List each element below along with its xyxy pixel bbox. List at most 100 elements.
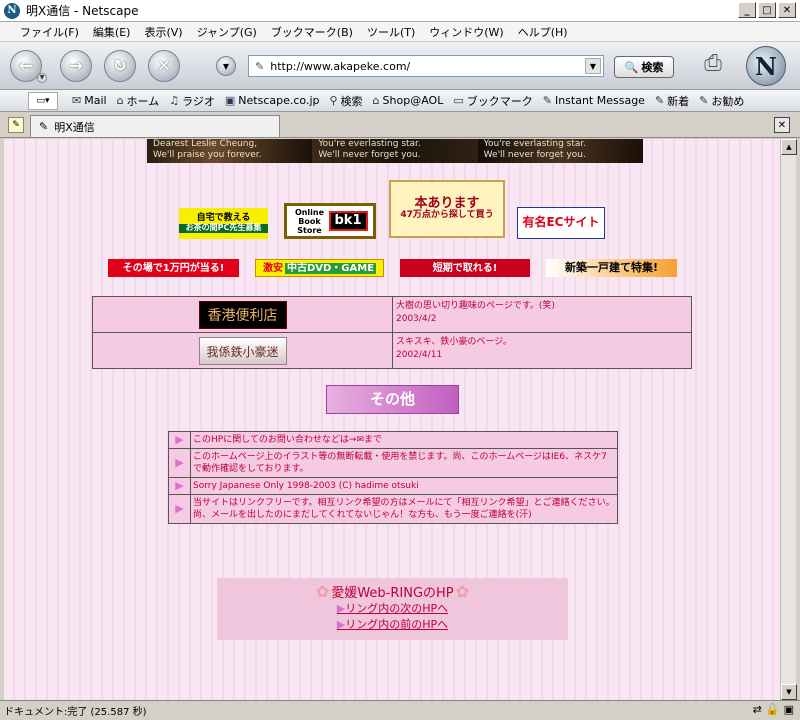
page-link-icon: ✎ — [39, 120, 49, 133]
menu-edit[interactable]: 編集(E) — [93, 24, 131, 40]
netscape-logo[interactable]: N — [746, 46, 786, 86]
link-icon: ✎ — [699, 94, 709, 107]
stop-button[interactable]: ✕ — [148, 49, 180, 82]
bookmark-netscape[interactable]: ▣ Netscape.co.jp — [225, 94, 320, 107]
flower-icon: ✿ — [455, 582, 470, 601]
menu-help[interactable]: ヘルプ(H) — [518, 24, 568, 40]
table-cell: 香港便利店 — [92, 296, 393, 333]
link-description: スキスキ、鉄小豪のページ。 — [396, 337, 512, 347]
ad-license[interactable]: 短期で取れる! — [400, 259, 530, 277]
new-tab-icon[interactable]: ✎ — [8, 117, 24, 133]
reload-icon: ↻ — [113, 56, 127, 75]
table-row: ▶ このHPに関してのお問い合わせなどは→✉まで — [168, 431, 618, 449]
web-ring-title[interactable]: ✿ 愛媛Web-RINGのHP ✿ — [217, 582, 568, 601]
table-cell: スキスキ、鉄小豪のページ。 2002/4/11 — [392, 332, 692, 369]
close-button[interactable]: ✕ — [778, 2, 796, 18]
back-button[interactable]: ← ▼ — [10, 49, 47, 83]
pink-arrow-icon: ▶ — [168, 448, 191, 478]
url-dropdown-icon[interactable]: ▼ — [585, 58, 601, 74]
scroll-down-icon[interactable]: ▼ — [781, 684, 797, 700]
scroll-up-icon[interactable]: ▲ — [781, 139, 797, 155]
my-icon: ▣ — [224, 94, 236, 107]
reload-button[interactable]: ↻ — [104, 49, 136, 82]
tab-current[interactable]: ✎ 明X通信 — [30, 115, 280, 137]
ad-books[interactable]: 本あります 47万点から探して買う — [389, 180, 505, 238]
menu-window[interactable]: ウィンドウ(W) — [429, 24, 503, 40]
table-row: 香港便利店 大樹の思い切り趣味のページです。(笑) 2003/4/2 — [92, 296, 692, 333]
ad-prize[interactable]: その場で1万円が当る! — [108, 259, 239, 277]
notice-table: ▶ このHPに関してのお問い合わせなどは→✉まで ▶ このホームページ上のイラス… — [168, 431, 618, 524]
menu-tools[interactable]: ツール(T) — [367, 24, 415, 40]
pink-arrow-icon: ▶ — [168, 431, 191, 449]
shop-icon: ⌂ — [372, 94, 380, 107]
menu-view[interactable]: 表示(V) — [144, 24, 182, 40]
security-lock-icon[interactable]: 🔓 — [766, 703, 780, 716]
bookmark-instant-message[interactable]: ✎ Instant Message — [543, 94, 645, 107]
url-text[interactable]: http://www.akapeke.com/ — [270, 60, 410, 73]
menu-bookmarks[interactable]: ブックマーク(B) — [271, 24, 353, 40]
bookmark-shop[interactable]: ⌂ Shop@AOL — [373, 94, 444, 107]
link-description: 大樹の思い切り趣味のページです。(笑) — [396, 301, 555, 311]
table-row: ▶ 当サイトはリンクフリーです。相互リンク希望の方はメールにて「相互リンク希望」… — [168, 494, 618, 524]
leslie-banner[interactable]: Dearest Leslie Cheung, We'll praise you f… — [147, 139, 643, 163]
status-text: ドキュメント:完了 (25.587 秒) — [4, 707, 147, 718]
table-row: ▶ Sorry Japanese Only 1998-2003 (C) hadi… — [168, 477, 618, 495]
search-button[interactable]: 🔍 検索 — [614, 56, 674, 78]
banner-segment: You're everlasting star. We'll never forg… — [477, 139, 643, 163]
table-row: 我係鉄小豪迷 スキスキ、鉄小豪のページ。 2002/4/11 — [92, 332, 692, 369]
print-icon[interactable]: ⎙ — [698, 48, 728, 78]
other-button[interactable]: その他 — [326, 385, 459, 414]
search-icon: ⚲ — [329, 94, 338, 107]
notice-text: Sorry Japanese Only 1998-2003 (C) hadime… — [190, 477, 618, 495]
url-field[interactable]: ✎ http://www.akapeke.com/ ▼ — [248, 55, 604, 77]
menu-file[interactable]: ファイル(F) — [20, 24, 79, 40]
url-menu-button[interactable]: ▼ — [216, 56, 236, 76]
page-link-icon: ✎ — [255, 59, 265, 73]
status-bar: ドキュメント:完了 (25.587 秒) ⇄ 🔓 ▣ — [0, 700, 800, 720]
links-table: 香港便利店 大樹の思い切り趣味のページです。(笑) 2003/4/2 我係鉄小豪… — [92, 296, 692, 369]
bookmark-folder[interactable]: ▭ ブックマーク — [453, 93, 532, 109]
bookmark-search[interactable]: ⚲ 検索 — [329, 93, 362, 109]
tie-fan-button[interactable]: 我係鉄小豪迷 — [198, 336, 287, 365]
vertical-scrollbar[interactable]: ▲ ▼ — [780, 139, 797, 700]
mail-icon: ✉ — [72, 94, 82, 107]
ad-new-house[interactable]: 新築一戸建て特集! — [546, 259, 677, 277]
menu-go[interactable]: ジャンプ(G) — [197, 24, 257, 40]
ad-bk1[interactable]: Online Book Store bk1 — [284, 203, 376, 239]
navigation-toolbar: ← ▼ → ↻ ✕ ▼ ✎ http://www.akapeke.com/ ▼ 🔍… — [0, 42, 800, 90]
back-dropdown-icon[interactable]: ▼ — [37, 72, 47, 83]
ad-ec-site[interactable]: 有名ECサイト — [517, 207, 605, 239]
forward-button[interactable]: → — [60, 49, 92, 82]
bookmark-mail[interactable]: ✉ Mail — [72, 94, 107, 107]
pink-arrow-icon: ▶ — [168, 494, 191, 524]
minimize-button[interactable]: _ — [738, 2, 756, 18]
maximize-button[interactable]: □ — [758, 2, 776, 18]
menu-bar: ファイル(F) 編集(E) 表示(V) ジャンプ(G) ブックマーク(B) ツー… — [0, 22, 800, 42]
triangle-icon: ▶ — [336, 602, 346, 615]
component-icon[interactable]: ▣ — [784, 703, 794, 716]
banner-segment: Dearest Leslie Cheung, We'll praise you f… — [147, 139, 313, 163]
hk-shop-button[interactable]: 香港便利店 — [198, 300, 287, 329]
ring-prev-link[interactable]: ▶リング内の前のHPへ — [217, 617, 568, 633]
bookmark-recommend[interactable]: ✎ お勧め — [699, 93, 744, 109]
notice-text: 当サイトはリンクフリーです。相互リンク希望の方はメールにて「相互リンク希望」とご… — [190, 494, 618, 524]
table-cell: 大樹の思い切り趣味のページです。(笑) 2003/4/2 — [392, 296, 692, 333]
search-button-label: 検索 — [641, 61, 664, 74]
link-icon: ✎ — [542, 94, 552, 107]
bookmark-home[interactable]: ⌂ ホーム — [117, 93, 160, 109]
forward-arrow-icon: → — [69, 56, 83, 75]
ad-pc-teacher[interactable]: 自宅で教える お茶の間PC先生募集 — [179, 208, 268, 239]
back-arrow-icon: ← — [19, 56, 33, 75]
link-date: 2002/4/11 — [396, 350, 443, 360]
bookmark-radio[interactable]: ♫ ラジオ — [169, 93, 215, 109]
ad-dvd-game[interactable]: 激安 中古DVD・GAME — [255, 259, 384, 277]
notice-text: このホームページ上のイラスト等の無断転載・使用を禁じます。尚、このホームページは… — [190, 448, 618, 478]
ring-next-link[interactable]: ▶リング内の次のHPへ — [217, 601, 568, 617]
close-tab-icon[interactable]: ✕ — [774, 117, 790, 133]
window-title: 明X通信 - Netscape — [26, 4, 139, 18]
connection-icon[interactable]: ⇄ — [753, 703, 762, 716]
magnifier-icon: 🔍 — [624, 60, 639, 74]
sidebar-toggle-icon[interactable]: ▭▾ — [28, 91, 58, 110]
tab-title: 明X通信 — [54, 120, 95, 134]
bookmark-new[interactable]: ✎ 新着 — [655, 93, 689, 109]
